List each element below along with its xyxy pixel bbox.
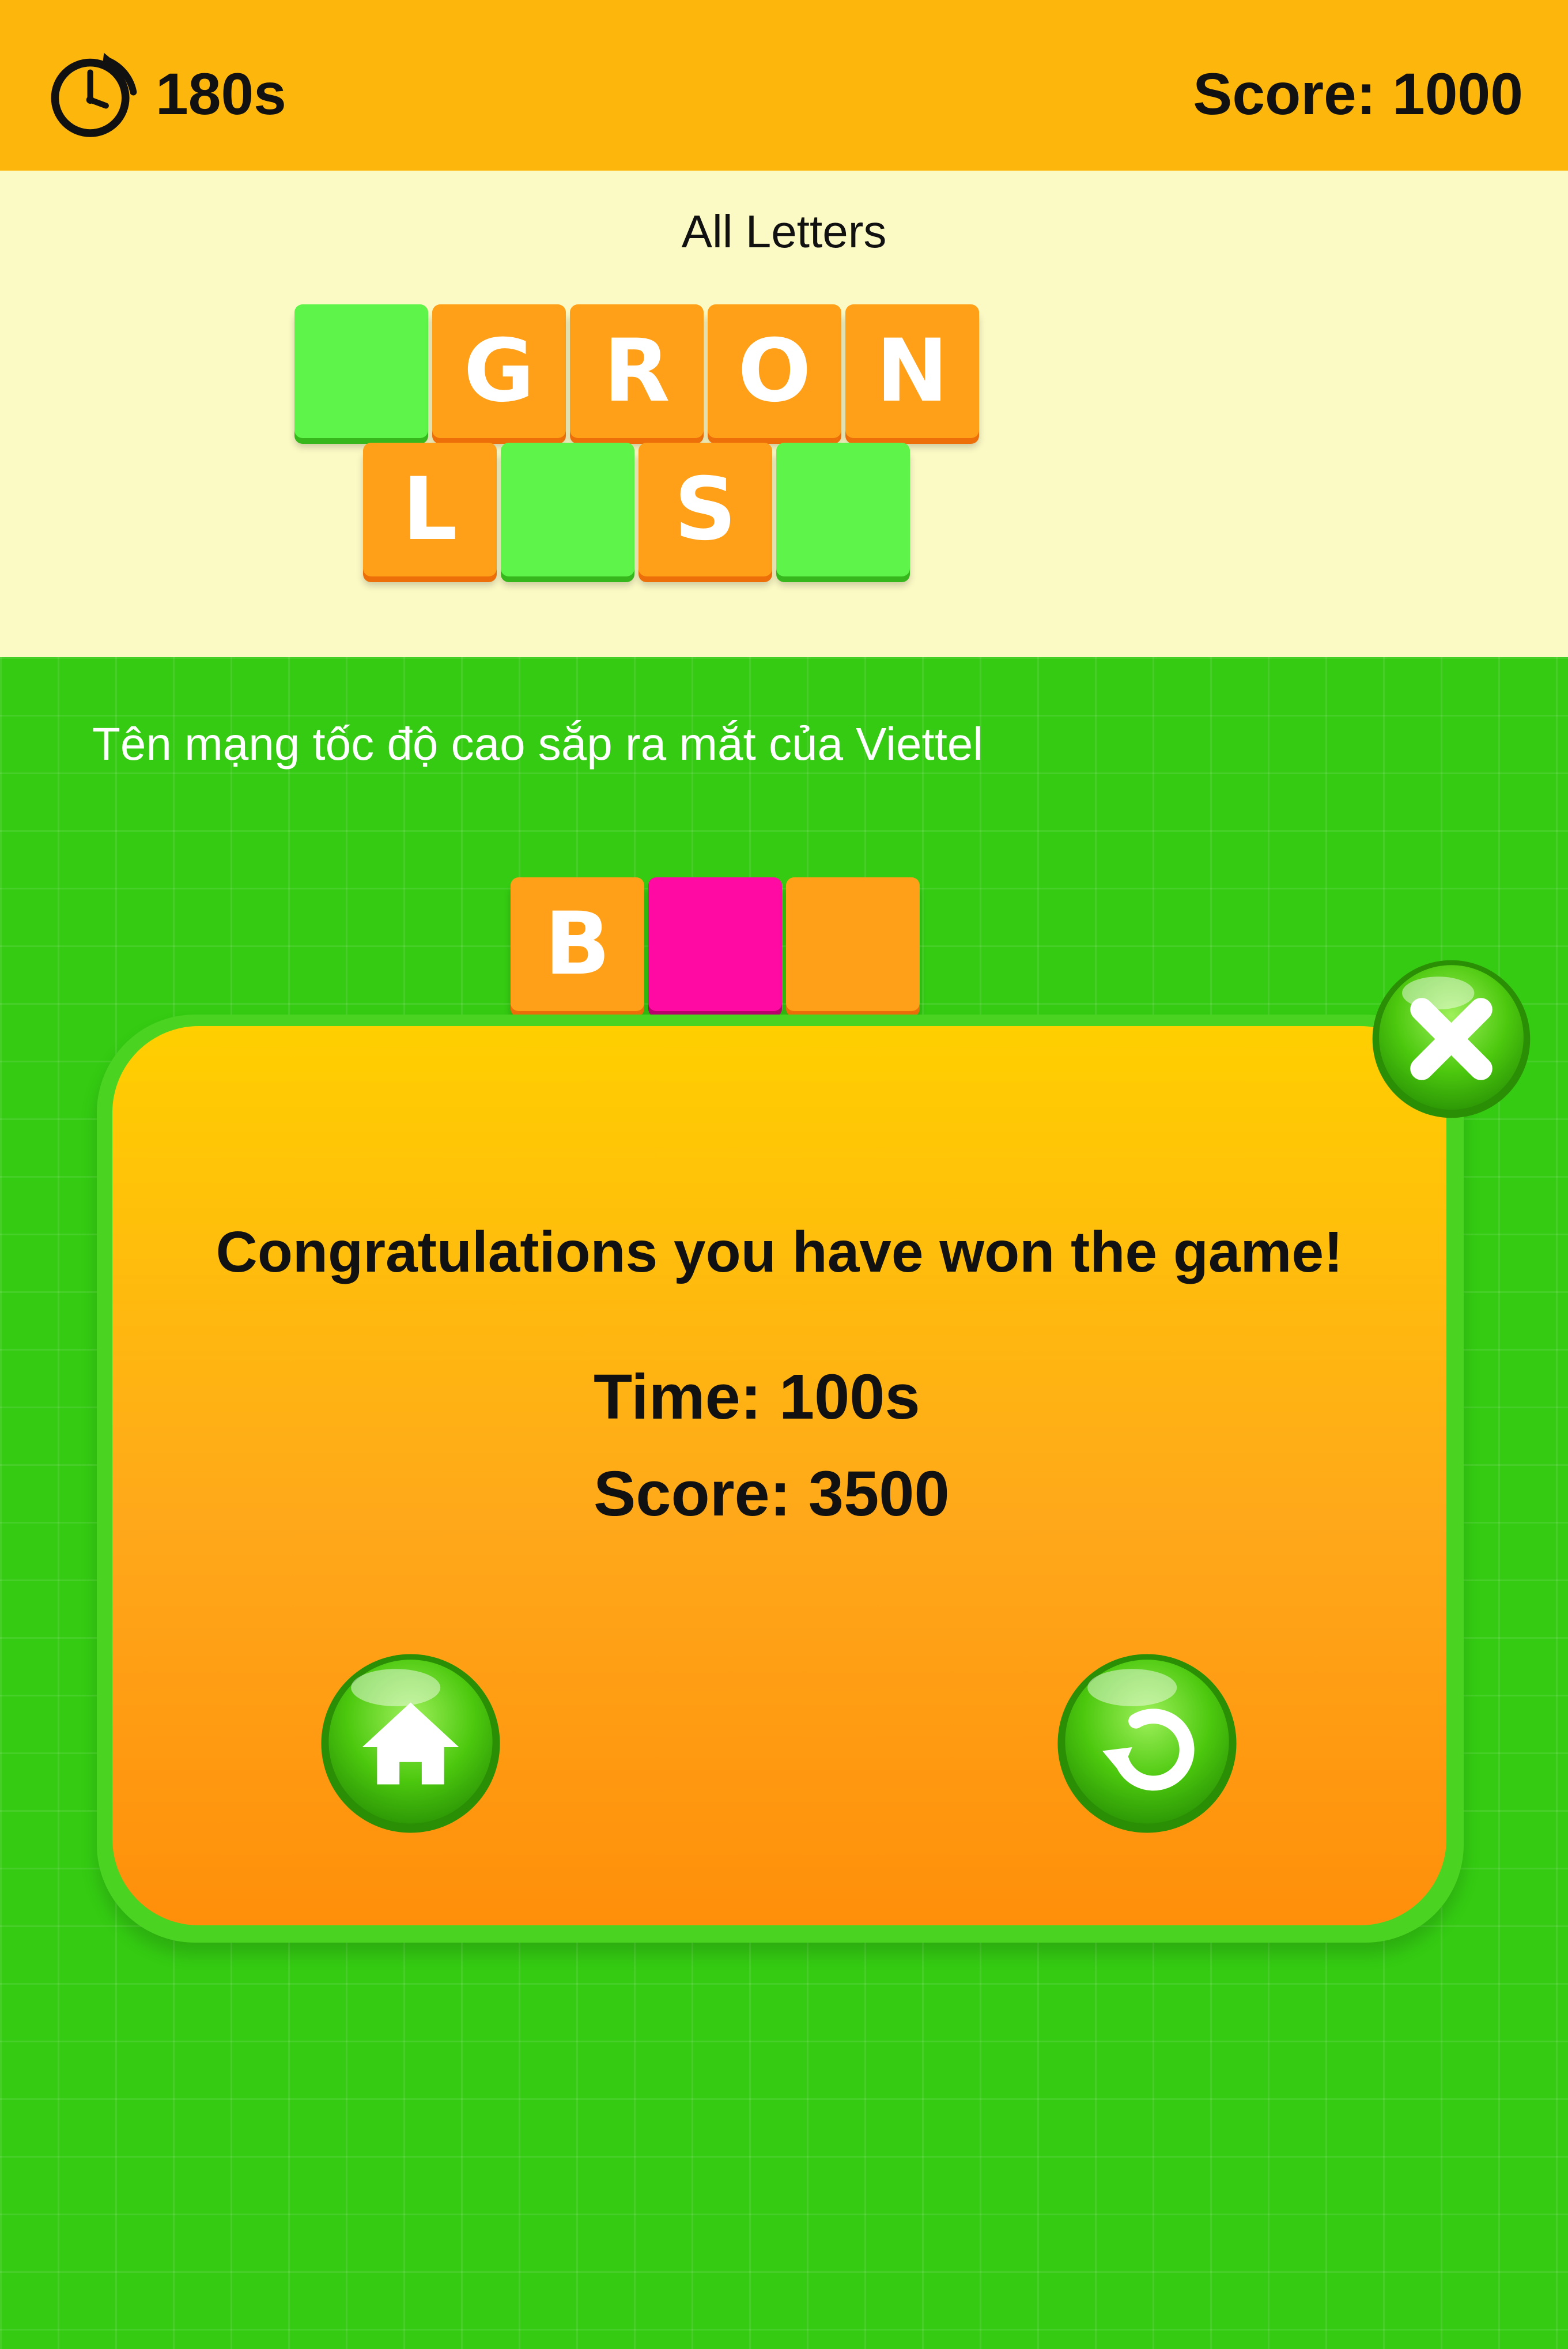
answer-slot[interactable] — [648, 877, 782, 1011]
letter-tile[interactable]: G — [432, 304, 566, 438]
letter-tile[interactable] — [294, 304, 428, 438]
score-value: Score: 1000 — [1193, 61, 1523, 127]
win-message: Congratulations you have won the game! — [216, 1220, 1343, 1284]
top-bar: 180s Score: 1000 — [0, 0, 1568, 171]
answer-slot[interactable]: B — [511, 877, 644, 1011]
win-dialog: Congratulations you have won the game! T… — [112, 1026, 1446, 1925]
home-icon — [321, 1654, 500, 1833]
letters-title: All Letters — [681, 206, 887, 257]
home-button[interactable] — [318, 1650, 504, 1837]
timer-value: 180s — [156, 61, 286, 127]
close-icon — [1372, 960, 1531, 1118]
letter-tile[interactable]: R — [570, 304, 704, 438]
letter-tile[interactable]: L — [363, 443, 497, 576]
question-text: Tên mạng tốc độ cao sắp ra mắt của Viett… — [92, 718, 984, 770]
letters-panel: All Letters G R O N L S — [0, 171, 1568, 657]
stopwatch-icon — [51, 52, 137, 137]
letter-tile[interactable]: O — [708, 304, 841, 438]
final-score: Score: 3500 — [594, 1458, 950, 1529]
replay-button[interactable] — [1054, 1650, 1240, 1837]
replay-icon — [1057, 1654, 1237, 1833]
letter-tile[interactable] — [776, 443, 910, 576]
final-time: Time: 100s — [594, 1362, 920, 1432]
close-button[interactable] — [1369, 957, 1533, 1121]
answer-slot[interactable] — [786, 877, 920, 1011]
letter-tile[interactable]: S — [638, 443, 772, 576]
letter-tile[interactable] — [501, 443, 634, 576]
letter-tile[interactable]: N — [845, 304, 979, 438]
